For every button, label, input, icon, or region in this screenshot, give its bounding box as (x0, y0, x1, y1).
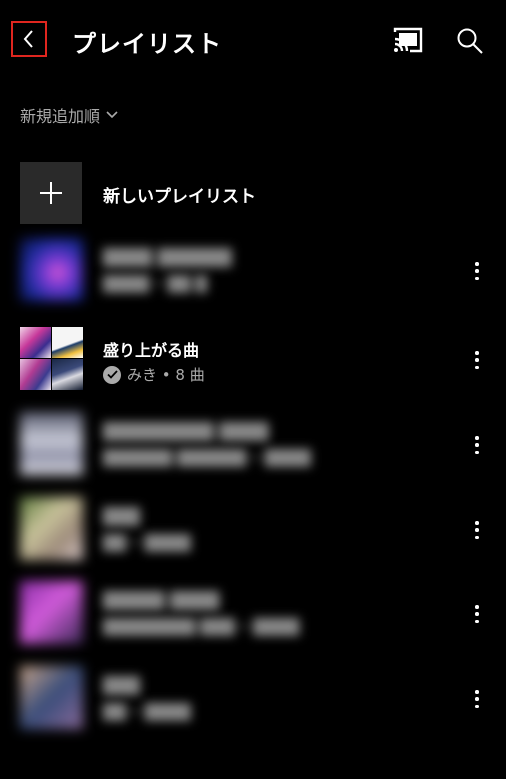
playlist-row[interactable]: ████ ██████ ████ • ██ █ (0, 238, 506, 304)
playlist-subtitle: ████████ ███ • ████ (103, 618, 300, 636)
more-options-button[interactable] (468, 260, 486, 282)
new-playlist-row[interactable]: 新しいプレイリスト (0, 160, 506, 224)
more-vertical-icon-dot (475, 690, 479, 694)
more-vertical-icon-dot (475, 276, 479, 280)
more-vertical-icon-dot (475, 450, 479, 454)
more-vertical-icon-dot (475, 262, 479, 266)
more-vertical-icon-dot (475, 697, 479, 701)
more-options-button[interactable] (468, 603, 486, 625)
playlist-row[interactable]: ███ ██ • ████ (0, 666, 506, 732)
more-vertical-icon-dot (475, 528, 479, 532)
sort-label: 新規追加順 (20, 107, 101, 126)
playlist-row[interactable]: 盛り上がる曲 みき • 8 曲 (0, 327, 506, 393)
playlist-thumbnail (20, 497, 83, 560)
more-options-button[interactable] (468, 688, 486, 710)
cast-button[interactable] (392, 26, 424, 54)
playlist-title: ███ (103, 507, 140, 526)
new-playlist-label: 新しいプレイリスト (103, 187, 256, 207)
sort-dropdown[interactable]: 新規追加順 (20, 103, 118, 127)
more-vertical-icon-dot (475, 436, 479, 440)
back-button[interactable] (11, 21, 47, 57)
chevron-left-icon (23, 30, 33, 48)
playlist-title: ███ (103, 676, 140, 695)
new-playlist-thumb (20, 162, 82, 224)
more-vertical-icon-dot (475, 365, 479, 369)
chevron-down-icon (106, 111, 118, 119)
more-vertical-icon-dot (475, 351, 479, 355)
more-vertical-icon-dot (475, 443, 479, 447)
playlist-row[interactable]: ███ ██ • ████ (0, 497, 506, 563)
playlist-title: 盛り上がる曲 (103, 341, 200, 360)
more-vertical-icon-dot (475, 704, 479, 708)
playlist-subtitle: ██ • ████ (103, 534, 191, 552)
more-vertical-icon-dot (475, 612, 479, 616)
playlist-row[interactable]: █████ ████ ████████ ███ • ████ (0, 581, 506, 647)
playlist-subtitle: ██ • ████ (103, 703, 191, 721)
playlist-subtitle: ████ • ██ █ (103, 275, 207, 293)
more-vertical-icon-dot (475, 535, 479, 539)
playlist-subtitle-wrap: みき • 8 曲 (103, 364, 205, 385)
plus-icon (40, 182, 62, 204)
more-options-button[interactable] (468, 519, 486, 541)
cast-icon (393, 27, 423, 53)
more-vertical-icon-dot (475, 269, 479, 273)
more-vertical-icon-dot (475, 358, 479, 362)
playlist-thumbnail (20, 412, 83, 475)
playlist-title: █████████ ████ (103, 422, 269, 441)
top-bar: プレイリスト (0, 0, 506, 80)
search-button[interactable] (455, 26, 485, 56)
playlist-title: ████ ██████ (103, 248, 232, 267)
playlist-row[interactable]: █████████ ████ ██████ ██████ • ████ (0, 412, 506, 478)
page-title: プレイリスト (72, 30, 222, 58)
search-icon (457, 28, 483, 54)
playlist-subtitle: みき • 8 曲 (127, 366, 205, 384)
more-options-button[interactable] (468, 434, 486, 456)
more-options-button[interactable] (468, 349, 486, 371)
playlist-thumbnail (20, 581, 83, 644)
more-vertical-icon-dot (475, 521, 479, 525)
playlist-thumbnail (20, 238, 83, 301)
playlist-subtitle: ██████ ██████ • ████ (103, 449, 311, 467)
playlist-thumbnail (20, 666, 83, 729)
check-circle-icon (103, 365, 121, 384)
more-vertical-icon-dot (475, 619, 479, 623)
more-vertical-icon-dot (475, 605, 479, 609)
playlist-title: █████ ████ (103, 591, 220, 610)
playlist-thumbnail (20, 327, 83, 390)
